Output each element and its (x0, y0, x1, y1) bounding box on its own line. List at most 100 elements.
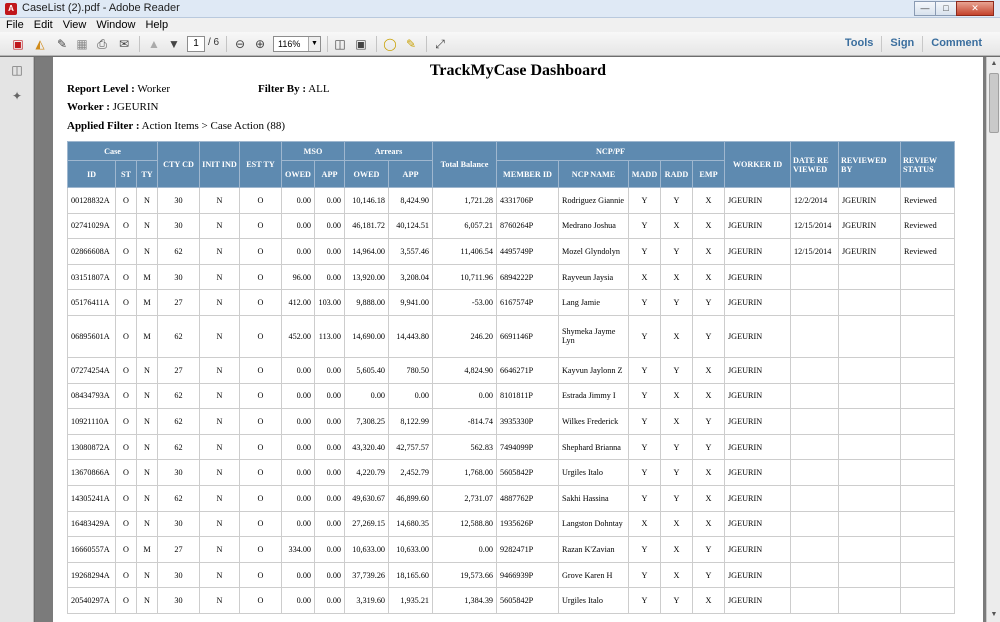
cell-ty: N (136, 408, 158, 435)
comment-icon[interactable]: ◯ (382, 36, 398, 52)
cell-mso-app: 0.00 (314, 263, 345, 291)
cell-radd: Y (660, 459, 693, 486)
menu-help[interactable]: Help (145, 19, 168, 31)
cell-mso-app: 0.00 (314, 187, 345, 214)
email-icon[interactable]: ✉ (116, 36, 132, 52)
cell-review-status: Reviewed (900, 212, 955, 240)
cell-arrears-owed: 13,920.00 (344, 263, 389, 291)
cell-est-ty: O (239, 408, 282, 435)
vertical-scrollbar[interactable]: ▲ ▼ (986, 57, 1000, 622)
next-page-icon[interactable]: ▼ (166, 36, 182, 52)
minimize-button[interactable]: — (914, 1, 936, 16)
cell-review-status (900, 484, 955, 512)
maximize-button[interactable]: □ (935, 1, 957, 16)
cell-madd: X (628, 263, 661, 291)
scroll-up-icon[interactable]: ▲ (988, 58, 1000, 70)
document-view[interactable]: TrackMyCase Dashboard Report Level : Wor… (35, 57, 986, 622)
header-case: Case (67, 141, 158, 161)
cell-date-reviewed (790, 536, 839, 563)
cell-arrears-owed: 37,739.26 (344, 561, 389, 589)
zoom-select[interactable]: 116% ▼ (273, 36, 321, 52)
tools-button[interactable]: Tools (837, 36, 882, 52)
cell-reviewed-by (838, 587, 901, 614)
cell-reviewed-by (838, 536, 901, 563)
window-titlebar[interactable]: A CaseList (2).pdf - Adobe Reader — □ ✕ (0, 0, 1000, 18)
cell-mso-owed: 0.00 (281, 433, 315, 461)
cell-ncp-name: Kayvun Jaylonn Z (558, 356, 629, 384)
cell-arrears-app: 3,557.46 (388, 238, 433, 265)
edit-icon[interactable]: ✎ (54, 36, 70, 52)
header-ty: TY (136, 160, 158, 188)
cell-radd: X (660, 536, 693, 563)
cell-mso-app: 113.00 (314, 314, 345, 358)
cell-init-ind: N (199, 561, 240, 589)
cell-case-id: 16660557A (67, 536, 116, 563)
page-thumbnails-icon[interactable]: ◫ (10, 63, 24, 77)
header-mso-owed: OWED (281, 160, 315, 188)
cell-init-ind: N (199, 263, 240, 291)
chevron-down-icon[interactable]: ▼ (308, 37, 320, 51)
cell-review-status (900, 561, 955, 589)
comment-button[interactable]: Comment (922, 36, 990, 52)
header-radd: RADD (660, 160, 693, 188)
cell-ty: M (136, 263, 158, 291)
cell-date-reviewed: 12/15/2014 (790, 238, 839, 265)
applied-filter: Applied Filter : Action Items > Case Act… (67, 120, 285, 132)
cell-worker-id: JGEURIN (724, 510, 791, 538)
save-icon[interactable]: ▦ (74, 36, 90, 52)
previous-page-icon[interactable]: ▲ (146, 36, 162, 52)
cell-emp: Y (692, 314, 725, 358)
cell-arrears-owed: 10,633.00 (344, 536, 389, 563)
cell-total-balance: 1,721.28 (432, 187, 497, 214)
open-folder-icon[interactable]: ◭ (32, 36, 48, 52)
page-number-input[interactable]: 1 (187, 36, 205, 52)
highlight-icon[interactable]: ✎ (403, 36, 419, 52)
scroll-thumb[interactable] (989, 73, 999, 133)
header-review-status: REVIEW STATUS (900, 141, 955, 188)
header-madd: MADD (628, 160, 661, 188)
cell-init-ind: N (199, 484, 240, 512)
zoom-out-icon[interactable]: ⊖ (232, 36, 248, 52)
menu-window[interactable]: Window (96, 19, 135, 31)
header-id: ID (67, 160, 116, 188)
cell-ncp-name: Medrano Joshua (558, 212, 629, 240)
cell-mso-app: 0.00 (314, 382, 345, 410)
cell-ncp-name: Sakhi Hassina (558, 484, 629, 512)
cell-madd: Y (628, 187, 661, 214)
create-pdf-icon[interactable]: ▣ (10, 36, 26, 52)
cell-case-id: 06895601A (67, 314, 116, 358)
cell-emp: X (692, 484, 725, 512)
cell-case-id: 00128832A (67, 187, 116, 214)
attachments-icon[interactable]: ✦ (10, 89, 24, 103)
cell-cty-cd: 62 (157, 382, 200, 410)
cell-arrears-owed: 5,605.40 (344, 356, 389, 384)
cell-reviewed-by: JGEURIN (838, 187, 901, 214)
zoom-in-icon[interactable]: ⊕ (252, 36, 268, 52)
sign-button[interactable]: Sign (881, 36, 922, 52)
cell-arrears-owed: 4,220.79 (344, 459, 389, 486)
table-row: 00128832A O N 30 N O 0.00 0.00 10,146.18 8,424.90… (67, 187, 955, 214)
cell-total-balance: 19,573.66 (432, 561, 497, 589)
scroll-down-icon[interactable]: ▼ (988, 609, 1000, 621)
fullscreen-icon[interactable]: ⤢ (432, 36, 448, 52)
cell-case-id: 13670866A (67, 459, 116, 486)
cell-date-reviewed (790, 510, 839, 538)
cell-review-status (900, 314, 955, 358)
menu-file[interactable]: File (6, 19, 24, 31)
cell-arrears-app: 42,757.57 (388, 433, 433, 461)
menu-view[interactable]: View (63, 19, 87, 31)
cell-review-status: Reviewed (900, 187, 955, 214)
cell-est-ty: O (239, 459, 282, 486)
menu-edit[interactable]: Edit (34, 19, 53, 31)
cell-mso-owed: 0.00 (281, 484, 315, 512)
cell-total-balance: 562.83 (432, 433, 497, 461)
cell-init-ind: N (199, 510, 240, 538)
cell-member-id: 8760264P (496, 212, 559, 240)
fit-width-icon[interactable]: ▣ (353, 36, 369, 52)
fit-page-icon[interactable]: ◫ (332, 36, 348, 52)
print-icon[interactable]: ⎙ (94, 36, 110, 52)
close-button[interactable]: ✕ (956, 1, 994, 16)
page-total: / 6 (208, 37, 220, 48)
cell-arrears-owed: 9,888.00 (344, 289, 389, 316)
cell-ty: N (136, 561, 158, 589)
